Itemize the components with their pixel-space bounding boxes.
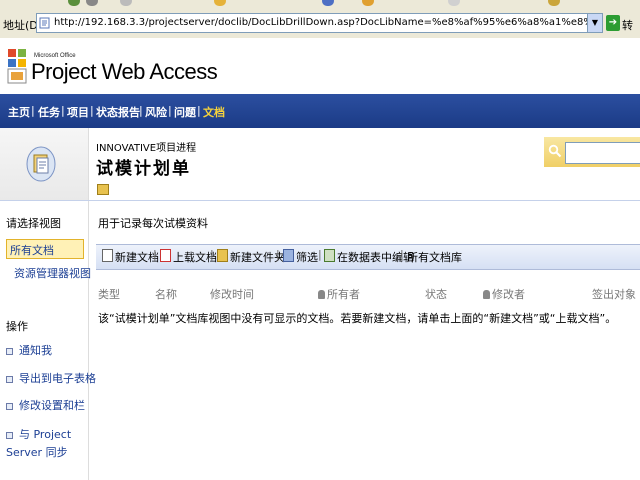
library-description: 用于记录每次试模资料 <box>98 217 208 230</box>
new-document-button[interactable]: 新建文档 <box>102 249 159 265</box>
action-alert-me-label[interactable]: 通知我 <box>19 344 52 357</box>
select-view-heading: 请选择视图 <box>6 217 61 230</box>
new-document-icon <box>102 249 113 262</box>
new-folder-button[interactable]: 新建文件夹 <box>217 249 285 265</box>
nav-separator: | <box>61 104 65 117</box>
column-name[interactable]: 名称 <box>155 286 177 302</box>
app-title: Project Web Access <box>31 59 218 84</box>
datasheet-icon <box>324 249 335 262</box>
toolbar-separator: | <box>400 248 404 261</box>
search-icon[interactable] <box>548 144 562 158</box>
column-modified-by[interactable]: 修改者 <box>483 286 525 302</box>
forward-icon[interactable] <box>86 0 98 6</box>
bullet-icon <box>6 347 13 355</box>
nav-separator: | <box>168 104 172 117</box>
nav-home[interactable]: 主页 <box>8 104 30 120</box>
nav-projects[interactable]: 项目 <box>67 104 89 120</box>
sidebar-view-all-documents-label[interactable]: 所有文档 <box>10 242 54 258</box>
page-title: 试模计划单 <box>96 159 191 179</box>
bullet-icon <box>6 431 13 439</box>
filter-label[interactable]: 筛选 <box>296 251 318 264</box>
person-icon <box>318 290 325 299</box>
address-input[interactable]: http://192.168.3.3/projectserver/doclib/… <box>36 13 603 33</box>
back-icon[interactable] <box>68 0 80 6</box>
office-logo-icon <box>7 49 27 84</box>
column-owner-label[interactable]: 所有者 <box>327 288 360 301</box>
sidebar-view-explorer[interactable]: 资源管理器视图 <box>14 266 91 281</box>
action-sync-project-server[interactable]: 与 Project Server 同步 <box>6 426 82 462</box>
filter-icon <box>283 249 294 262</box>
column-type[interactable]: 类型 <box>98 286 120 302</box>
go-button[interactable]: ➔ <box>606 15 620 31</box>
upload-document-button[interactable]: 上载文档 <box>160 249 217 265</box>
browser-toolbar-strip <box>0 0 640 8</box>
refresh-icon[interactable] <box>214 0 226 6</box>
stop-icon[interactable] <box>120 0 132 6</box>
action-modify-settings[interactable]: 修改设置和栏 <box>6 397 85 415</box>
mail-icon[interactable] <box>548 0 560 6</box>
go-label[interactable]: 转 <box>622 17 633 33</box>
toolbar-separator: | <box>276 248 280 261</box>
all-libraries-button[interactable]: 所有文档库 <box>407 249 462 265</box>
history-icon[interactable] <box>448 0 460 6</box>
nav-tasks[interactable]: 任务 <box>38 104 60 120</box>
nav-documents[interactable]: 文档 <box>203 104 225 120</box>
page-icon <box>39 17 50 29</box>
upload-icon <box>160 249 171 262</box>
nav-risks[interactable]: 风险 <box>145 104 167 120</box>
toolbar-separator: | <box>210 248 214 261</box>
bullet-icon <box>6 402 13 410</box>
column-modified-by-label[interactable]: 修改者 <box>492 288 525 301</box>
column-modified[interactable]: 修改时间 <box>210 286 254 302</box>
column-owner[interactable]: 所有者 <box>318 286 360 302</box>
action-export-spreadsheet[interactable]: 导出到电子表格 <box>6 370 96 388</box>
document-library-icon <box>26 146 56 182</box>
nav-status-reports[interactable]: 状态报告 <box>96 104 140 120</box>
column-checked-out-to[interactable]: 签出对象 <box>592 286 636 302</box>
all-libraries-label[interactable]: 所有文档库 <box>407 251 462 264</box>
new-folder-icon <box>217 249 228 262</box>
address-dropdown-icon[interactable]: ▼ <box>587 14 602 32</box>
empty-library-message: 该“试模计划单”文档库视图中没有可显示的文档。若要新建文档，请单击上面的“新建文… <box>98 312 617 325</box>
action-sync-project-server-label[interactable]: 与 Project Server 同步 <box>6 428 71 459</box>
breadcrumb[interactable]: INNOVATIVE项目进程 <box>96 139 196 154</box>
action-alert-me[interactable]: 通知我 <box>6 342 52 360</box>
favorites-icon[interactable] <box>362 0 374 6</box>
folder-icon[interactable] <box>97 184 109 195</box>
actions-heading: 操作 <box>6 320 28 333</box>
bullet-icon <box>6 375 13 383</box>
toolbar-separator: | <box>318 248 322 261</box>
nav-separator: | <box>31 104 35 117</box>
action-export-spreadsheet-label[interactable]: 导出到电子表格 <box>19 372 96 385</box>
nav-separator: | <box>197 104 201 117</box>
action-modify-settings-label[interactable]: 修改设置和栏 <box>19 399 85 412</box>
person-icon <box>483 290 490 299</box>
top-navigation: 主页 | 任务 | 项目 | 状态报告 | 风险 | 问题 | 文档 <box>0 94 640 128</box>
nav-separator: | <box>90 104 94 117</box>
home-icon[interactable] <box>322 0 334 6</box>
filter-button[interactable]: 筛选 <box>283 249 318 265</box>
toolbar-separator: | <box>153 248 157 261</box>
address-url[interactable]: http://192.168.3.3/projectserver/doclib/… <box>54 17 589 28</box>
address-bar: 地址(D) http://192.168.3.3/projectserver/d… <box>0 8 640 39</box>
column-status[interactable]: 状态 <box>425 286 447 302</box>
nav-separator: | <box>139 104 143 117</box>
search-input[interactable] <box>565 142 640 164</box>
nav-issues[interactable]: 问题 <box>174 104 196 120</box>
